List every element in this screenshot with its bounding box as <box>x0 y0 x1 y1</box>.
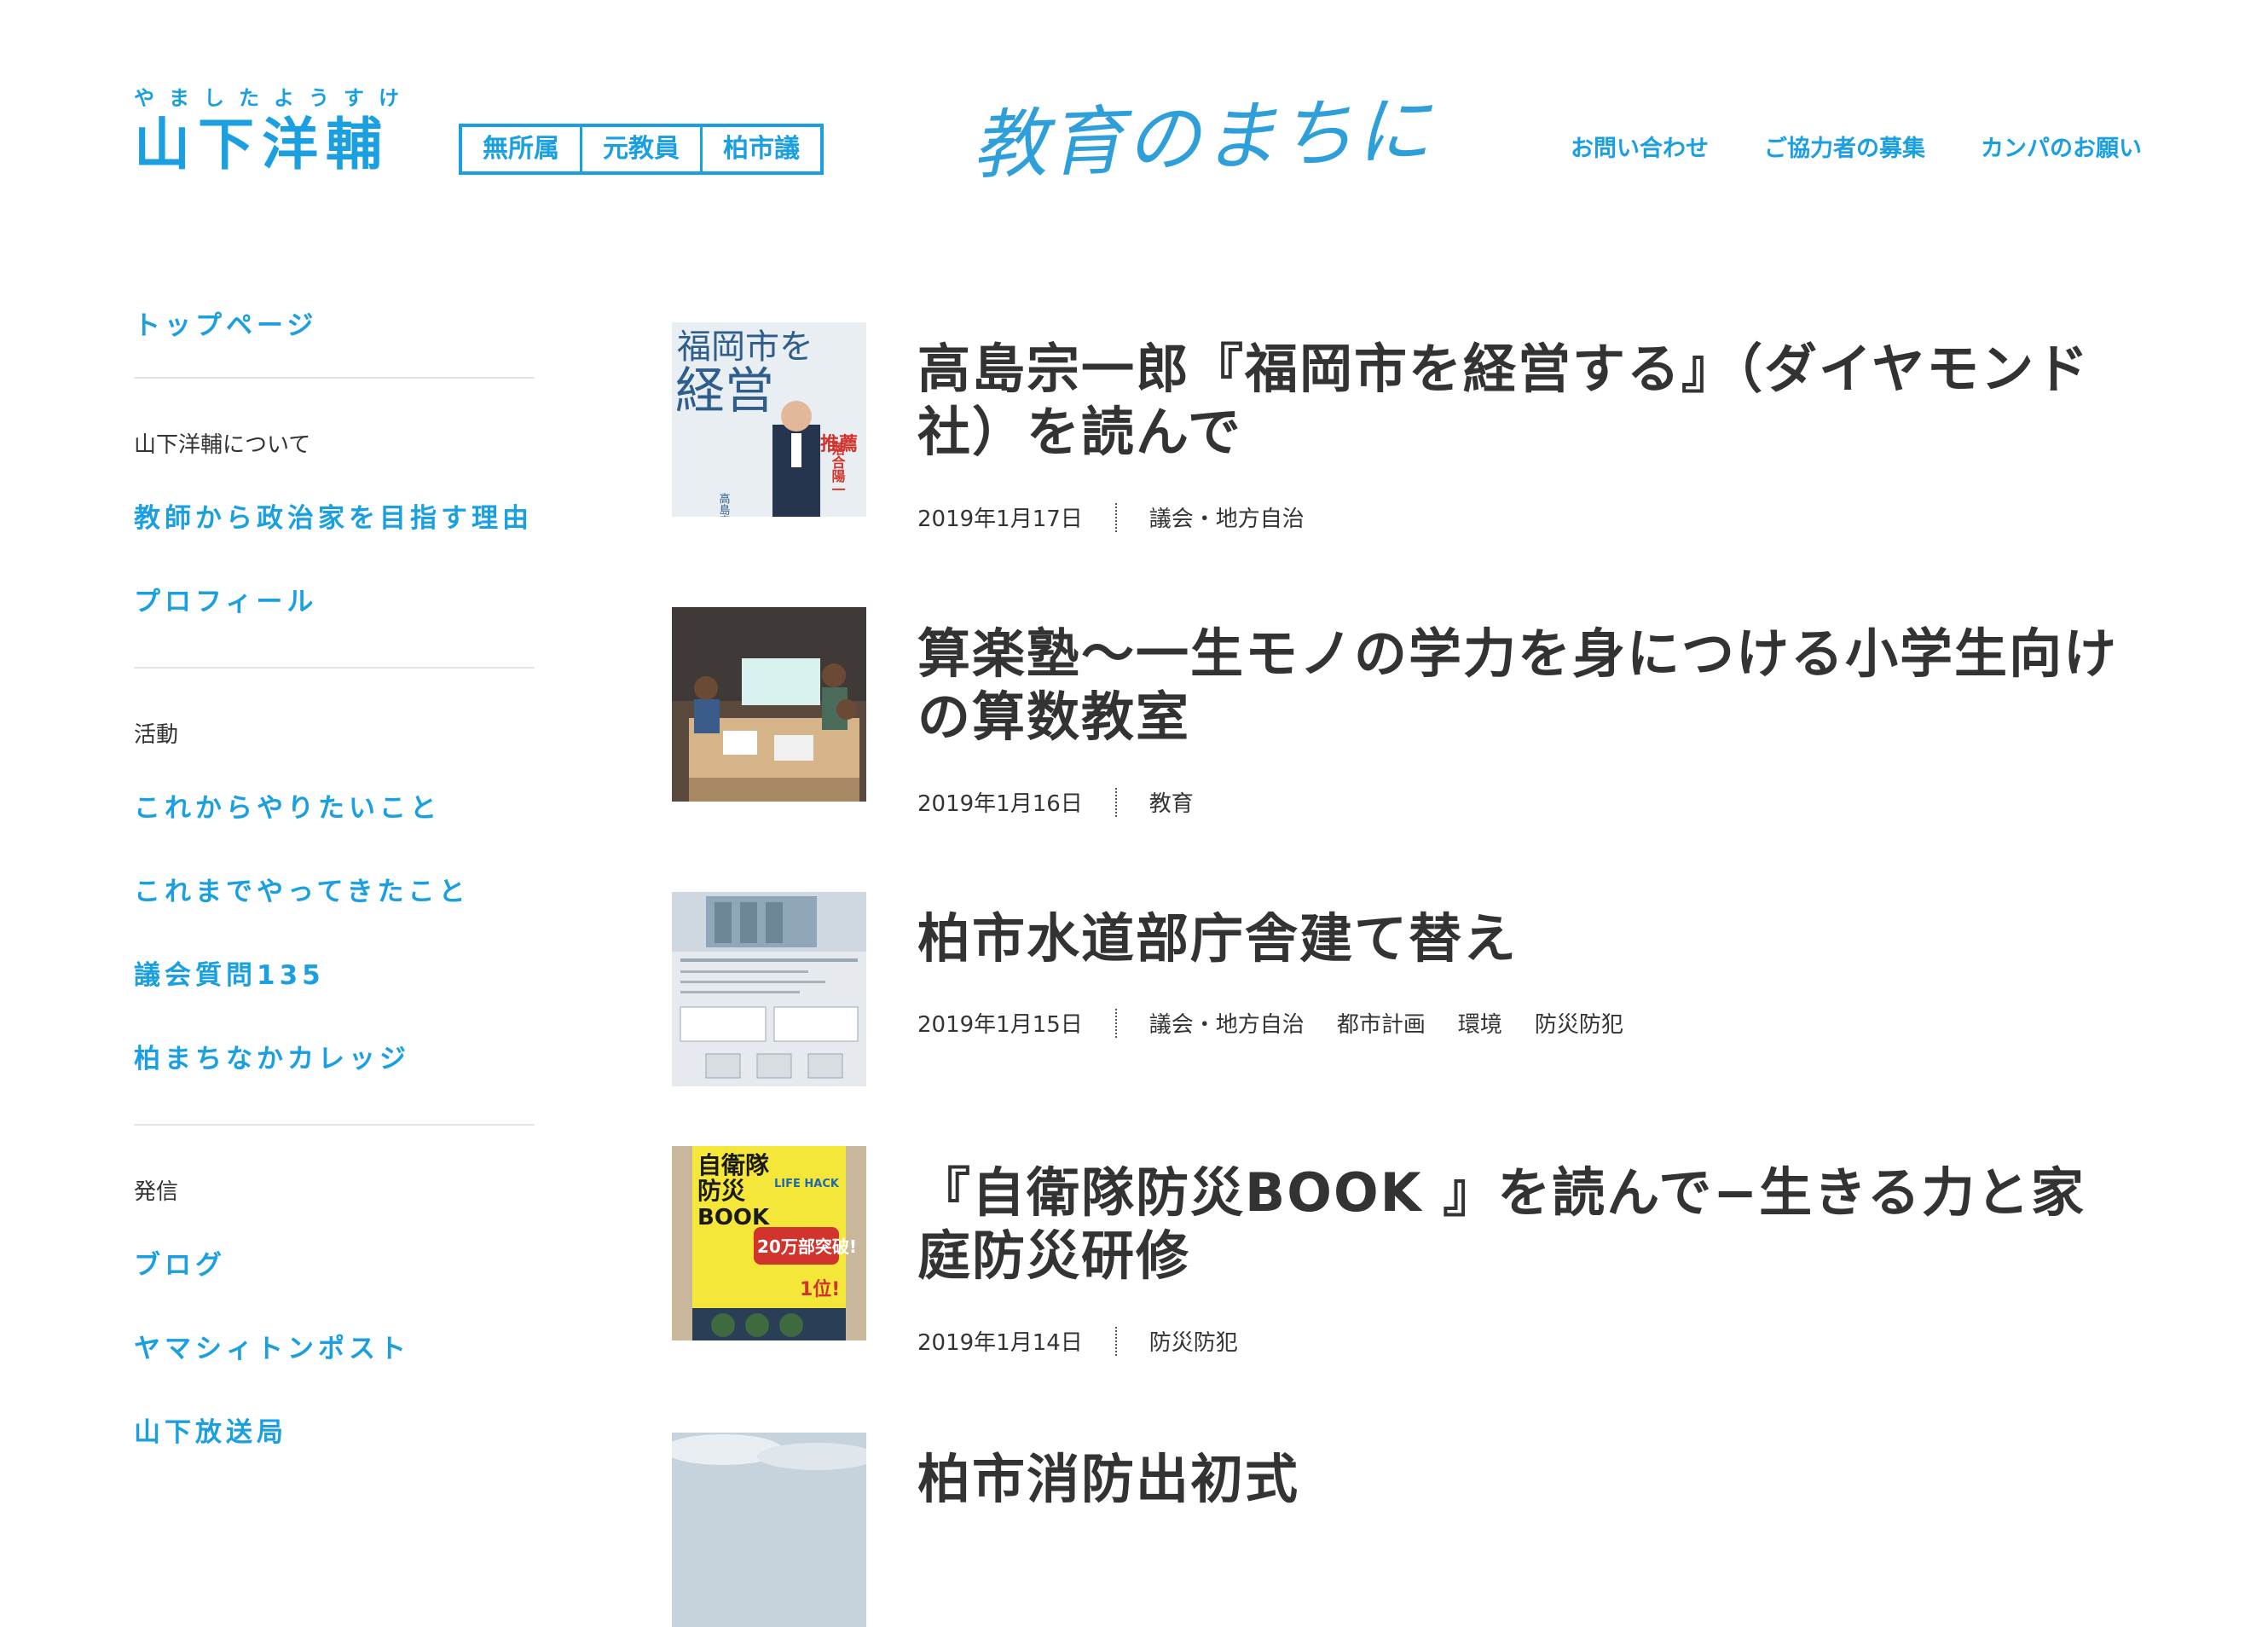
affiliation-tags: 無所属 元教員 柏市議 <box>459 124 824 175</box>
sidebar-item-profile[interactable]: プロフィール <box>134 583 535 621</box>
article-title[interactable]: 高島宗一郎『福岡市を経営する』（ダイヤモンド社）を読んで <box>917 338 2137 464</box>
article-title[interactable]: 『自衛隊防災BOOK 』を読んで−生きる力と家庭防災研修 <box>917 1161 2137 1288</box>
slogan: 教育のまちに <box>970 85 1434 190</box>
book-cover-book: BOOK <box>697 1205 770 1230</box>
sidebar-divider <box>134 377 535 379</box>
nav-contact[interactable]: お問い合わせ <box>1571 130 1709 163</box>
sidebar-item-past[interactable]: これまでやってきたこと <box>134 873 535 911</box>
article-date: 2019年1月17日 <box>917 507 1083 532</box>
book-cover-lifehack: LIFE HACK <box>774 1178 840 1190</box>
sidebar-item-future[interactable]: これからやりたいこと <box>134 790 535 827</box>
article-meta: 2019年1月17日 議会・地方自治 <box>917 501 1305 533</box>
book-cover-subtitle: 防災 <box>697 1177 746 1205</box>
meta-separator <box>1114 787 1117 817</box>
article-date: 2019年1月15日 <box>917 1012 1083 1038</box>
logo-name: 山下洋輔 <box>134 112 390 177</box>
category-link[interactable]: 防災防犯 <box>1149 1325 1238 1357</box>
category-link[interactable]: 防災防犯 <box>1535 1007 1623 1039</box>
article-thumbnail[interactable] <box>672 1433 866 1627</box>
sidebar-section-activity: 活動 <box>134 722 179 748</box>
article-meta: 2019年1月16日 教育 <box>917 786 1194 818</box>
sidebar-item-college[interactable]: 柏まちなかカレッジ <box>134 1040 535 1078</box>
site-header: やましたようすけ 山下洋輔 無所属 元教員 柏市議 教育のまちに お問い合わせ … <box>0 0 2268 239</box>
tag-independent: 無所属 <box>462 127 582 171</box>
book-cover-title: 自衛隊 <box>697 1151 770 1179</box>
book-title-large-text: 経営 <box>675 362 774 420</box>
article-title[interactable]: 算楽塾〜一生モノの学力を身につける小学生向けの算数教室 <box>917 622 2137 749</box>
article-thumbnail[interactable] <box>672 892 866 1086</box>
meta-separator <box>1114 502 1117 532</box>
meta-separator <box>1114 1326 1117 1356</box>
meta-separator <box>1114 1008 1117 1038</box>
category-link[interactable]: 都市計画 <box>1337 1007 1426 1039</box>
sidebar-item-broadcast[interactable]: 山下放送局 <box>134 1414 535 1451</box>
article-title[interactable]: 柏市水道部庁舎建て替え <box>917 907 2137 970</box>
article-thumbnail[interactable] <box>672 607 866 802</box>
book-cover-badge: 20万部突破! <box>757 1236 857 1257</box>
book-cover-rank: 1位! <box>800 1278 840 1300</box>
article-thumbnail[interactable]: 福岡市を 経営 推薦 落合陽一 高島宗一郎 <box>672 322 866 517</box>
article-meta: 2019年1月15日 議会・地方自治 都市計画 環境 防災防犯 <box>917 1007 1623 1039</box>
category-link[interactable]: 教育 <box>1149 786 1194 818</box>
article-thumbnail[interactable]: 自衛隊 防災 BOOK LIFE HACK 20万部突破! 1位! <box>672 1146 866 1340</box>
category-link[interactable]: 議会・地方自治 <box>1149 1007 1305 1039</box>
sidebar-item-post[interactable]: ヤマシィトンポスト <box>134 1330 535 1368</box>
article-date: 2019年1月16日 <box>917 791 1083 817</box>
book-author-text: 落合陽一 <box>830 441 846 496</box>
book-writer-text: 高島宗一郎 <box>717 492 731 517</box>
sidebar-divider <box>134 1124 535 1126</box>
article-categories: 議会・地方自治 <box>1149 501 1305 533</box>
nav-donation[interactable]: カンパのお願い <box>1981 130 2142 163</box>
article-categories: 教育 <box>1149 786 1194 818</box>
article-categories: 防災防犯 <box>1149 1325 1238 1357</box>
sidebar: トップページ 山下洋輔について 教師から政治家を目指す理由 プロフィール 活動 … <box>134 303 535 1451</box>
sidebar-item-blog[interactable]: ブログ <box>134 1247 535 1284</box>
sidebar-section-about: 山下洋輔について <box>134 432 311 458</box>
tag-former-teacher: 元教員 <box>582 127 703 171</box>
tag-city-councilor: 柏市議 <box>723 134 800 164</box>
sidebar-section-publish: 発信 <box>134 1179 179 1205</box>
sidebar-item-reason[interactable]: 教師から政治家を目指す理由 <box>134 500 535 537</box>
category-link[interactable]: 環境 <box>1458 1007 1502 1039</box>
article-title[interactable]: 柏市消防出初式 <box>917 1448 2137 1511</box>
sidebar-item-top[interactable]: トップページ <box>134 307 535 345</box>
nav-supporters[interactable]: ご協力者の募集 <box>1764 130 1925 163</box>
article-categories: 議会・地方自治 都市計画 環境 防災防犯 <box>1149 1007 1623 1039</box>
sidebar-divider <box>134 667 535 669</box>
site-logo[interactable]: やましたようすけ 山下洋輔 <box>134 85 414 179</box>
category-link[interactable]: 議会・地方自治 <box>1149 501 1305 533</box>
header-nav: お問い合わせ ご協力者の募集 カンパのお願い <box>1571 130 2142 163</box>
logo-kana: やましたようすけ <box>134 86 414 110</box>
article-date: 2019年1月14日 <box>917 1330 1083 1356</box>
sidebar-item-questions[interactable]: 議会質問135 <box>134 957 535 994</box>
article-meta: 2019年1月14日 防災防犯 <box>917 1325 1238 1357</box>
